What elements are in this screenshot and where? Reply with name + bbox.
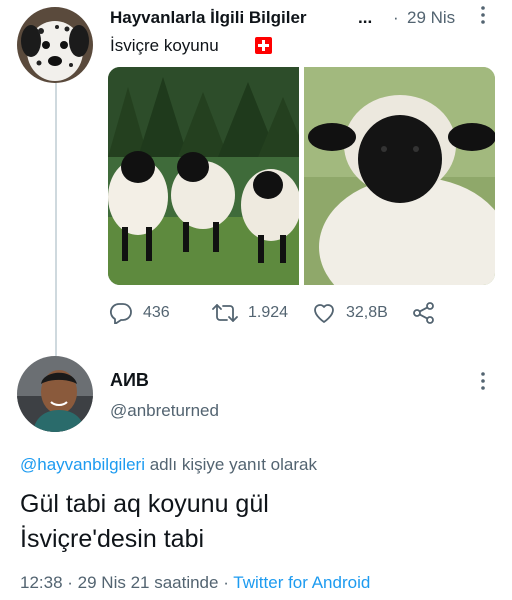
swiss-flag-icon bbox=[255, 37, 272, 54]
person-avatar-image bbox=[17, 356, 93, 432]
reply-author-handle[interactable]: @anbreturned bbox=[110, 401, 219, 421]
reply-more-options-icon[interactable] bbox=[476, 370, 490, 392]
replying-to-mention[interactable]: @hayvanbilgileri bbox=[20, 455, 145, 474]
dalmatian-avatar-image bbox=[17, 7, 93, 83]
reply-text-line-1: Gül tabi aq koyunu gül bbox=[20, 490, 269, 518]
author-avatar[interactable] bbox=[17, 7, 93, 83]
tweet-date[interactable]: 29 Nis bbox=[407, 8, 455, 28]
reply-text-line-2: İsviçre'desin tabi bbox=[20, 525, 205, 553]
tweet-photo-2[interactable] bbox=[304, 67, 495, 285]
like-button[interactable]: 32,8B bbox=[312, 301, 388, 325]
reply-author-avatar[interactable] bbox=[17, 356, 93, 432]
reply-time[interactable]: 12:38 bbox=[20, 573, 63, 592]
reply-button[interactable]: 436 bbox=[109, 301, 170, 325]
reply-author-name[interactable]: АИВ bbox=[110, 370, 149, 391]
retweet-count: 1.924 bbox=[248, 304, 289, 321]
reply-date[interactable]: 29 Nis 21 saatinde bbox=[78, 573, 219, 592]
like-count: 32,8B bbox=[346, 304, 388, 321]
tweet-photo-1[interactable] bbox=[108, 67, 299, 285]
share-icon bbox=[413, 302, 434, 324]
meta-separator-1: · bbox=[62, 573, 78, 592]
author-name[interactable]: Hayvanlarla İlgili Bilgiler bbox=[110, 8, 307, 28]
more-options-icon[interactable] bbox=[476, 4, 490, 26]
reply-count: 436 bbox=[143, 304, 170, 321]
reply-icon bbox=[109, 303, 132, 324]
reply-client[interactable]: Twitter for Android bbox=[233, 573, 370, 592]
reply-text: Gül tabi aq koyunu gül İsviçre'desin tab… bbox=[20, 487, 490, 557]
meta-separator-2: · bbox=[218, 573, 234, 592]
tweet-text: İsviçre koyunu bbox=[110, 36, 219, 55]
replying-to-line: @hayvanbilgileri adlı kişiye yanıt olara… bbox=[20, 455, 317, 475]
separator-dot: · bbox=[393, 8, 399, 27]
retweet-icon bbox=[212, 304, 238, 322]
heart-icon bbox=[314, 304, 334, 323]
thread-connector-line bbox=[55, 82, 57, 356]
retweet-button[interactable]: 1.924 bbox=[212, 301, 288, 325]
replying-to-suffix: adlı kişiye yanıt olarak bbox=[145, 455, 317, 474]
share-button[interactable] bbox=[412, 301, 446, 325]
author-name-ellipsis: ... bbox=[358, 8, 373, 27]
reply-metadata: 12:38 · 29 Nis 21 saatinde · Twitter for… bbox=[20, 573, 370, 593]
